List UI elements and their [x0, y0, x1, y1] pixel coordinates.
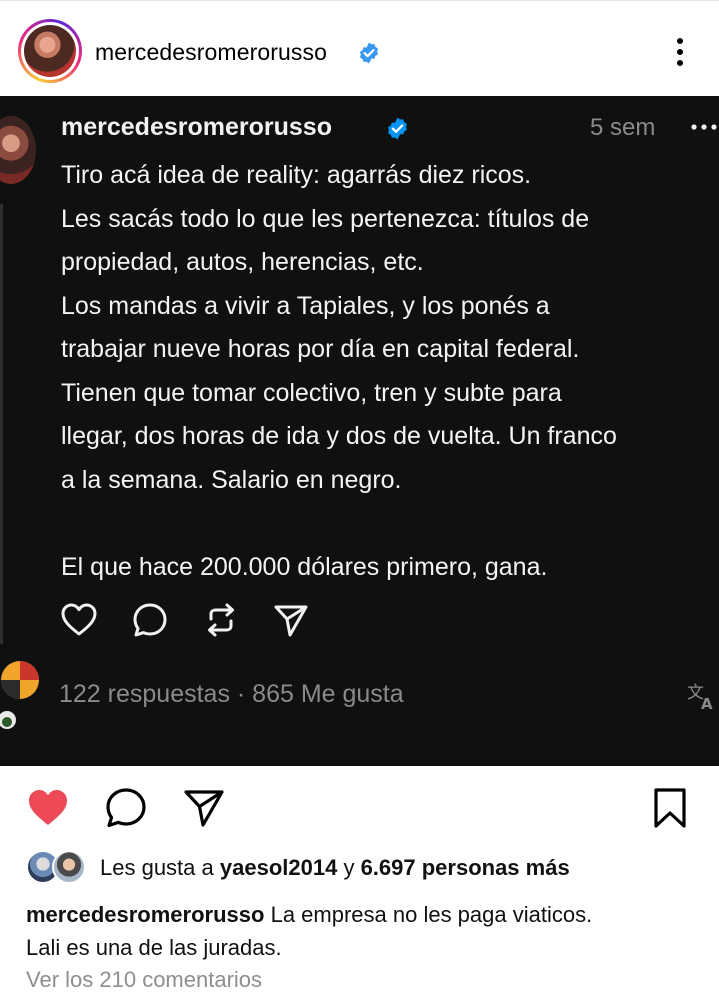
liker-username[interactable]: yaesol2014	[220, 855, 337, 880]
thread-line	[0, 204, 3, 644]
threads-screenshot: mercedesromerorusso 5 sem Tiro acá idea …	[0, 96, 719, 766]
view-comments-link[interactable]: Ver los 210 comentarios	[26, 967, 262, 993]
thread-avatar	[0, 116, 36, 184]
comment-icon	[133, 603, 167, 637]
liker-avatar	[52, 850, 86, 884]
bookmark-icon[interactable]	[648, 786, 692, 830]
caption-text: La empresa no les paga viaticos.	[270, 902, 593, 927]
caption: mercedesromerorusso La empresa no les pa…	[26, 898, 706, 964]
thread-actions	[60, 601, 340, 641]
thread-body-line: propiedad, autos, herencias, etc.	[61, 248, 424, 276]
thread-body-line: Los mandas a vivir a Tapiales, y los pon…	[61, 291, 550, 320]
horizontal-ellipsis-icon	[691, 124, 717, 130]
thread-body-line: Tienen que tomar colectivo, tren y subte…	[61, 378, 562, 407]
thread-body-line: a la semana. Salario en negro.	[61, 465, 402, 494]
story-ring[interactable]	[18, 19, 82, 83]
verified-badge-icon	[388, 117, 407, 140]
thread-body-line: llegar, dos horas de ida y dos de vuelta…	[61, 422, 617, 450]
thread-body: Tiro acá idea de reality: agarrás diez r…	[61, 154, 719, 589]
svg-text:A: A	[701, 695, 713, 712]
likes-text: Les gusta a yaesol2014 y 6.697 personas …	[100, 855, 570, 880]
thread-body-line: Les sacás todo lo que les pertenezca: tí…	[61, 204, 590, 233]
heart-icon	[61, 603, 97, 636]
likes-row[interactable]: Les gusta a yaesol2014 y 6.697 personas …	[26, 850, 706, 886]
translate-icon: 文 A	[687, 683, 713, 712]
post-header: mercedesromerorusso	[0, 0, 719, 96]
thread-stats: 122 respuestas · 865 Me gusta	[59, 680, 404, 708]
thread-body-line: trabajar nueve horas por día en capital …	[61, 335, 580, 363]
caption-username[interactable]: mercedesromerorusso	[26, 902, 264, 927]
post-actions	[0, 772, 719, 842]
vertical-ellipsis-icon[interactable]	[668, 35, 692, 69]
caption-text: Lali es una de las juradas.	[26, 935, 282, 960]
heart-filled-icon[interactable]	[26, 786, 70, 830]
share-icon	[274, 605, 308, 637]
send-icon[interactable]	[182, 786, 226, 830]
comment-icon[interactable]	[104, 786, 148, 830]
thread-username: mercedesromerorusso	[61, 113, 332, 141]
replier-avatars	[0, 661, 39, 729]
verified-badge-icon	[360, 42, 378, 64]
likes-count[interactable]: 6.697 personas más	[361, 855, 570, 880]
repost-icon	[208, 603, 234, 637]
post-username[interactable]: mercedesromerorusso	[95, 39, 327, 66]
thread-body-line: Tiro acá idea de reality: agarrás diez r…	[61, 161, 532, 189]
thread-body-line: El que hace 200.000 dólares primero, gan…	[61, 552, 548, 581]
avatar[interactable]	[24, 25, 76, 77]
thread-timestamp: 5 sem	[590, 114, 656, 141]
